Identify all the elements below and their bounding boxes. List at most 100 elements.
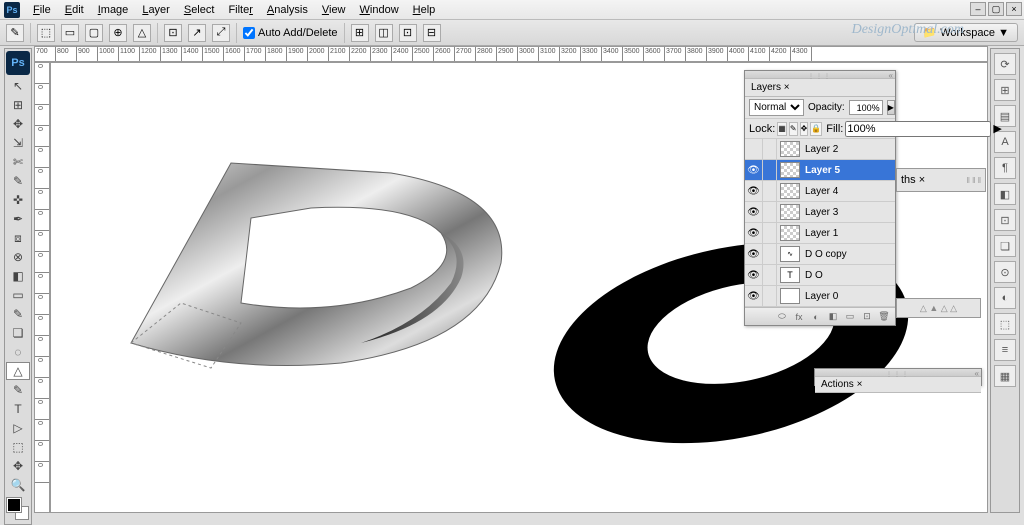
tool-19[interactable]: ⬚: [6, 438, 30, 456]
tool-2[interactable]: ✥: [6, 115, 30, 133]
dock-icon-12[interactable]: ▦: [994, 365, 1016, 387]
menu-help[interactable]: Help: [406, 4, 443, 16]
opacity-input[interactable]: [849, 100, 883, 115]
visibility-toggle[interactable]: 👁: [745, 223, 763, 243]
tool-10[interactable]: ◧: [6, 267, 30, 285]
lock-transparent-icon[interactable]: ▦: [777, 122, 787, 136]
visibility-toggle[interactable]: 👁: [745, 160, 763, 180]
panel-drag-handle[interactable]: ⋮⋮⋮«: [745, 71, 895, 79]
tool-5[interactable]: ✎: [6, 172, 30, 190]
tool-13[interactable]: ❏: [6, 324, 30, 342]
tool-6[interactable]: ✜: [6, 191, 30, 209]
opt-icon-7[interactable]: ↗: [188, 24, 206, 42]
mini-panel-stub[interactable]: △ ▲ △ △: [896, 298, 981, 318]
tool-16[interactable]: ✎: [6, 381, 30, 399]
menu-view[interactable]: View: [315, 4, 353, 16]
tool-1[interactable]: ⊞: [6, 96, 30, 114]
tool-7[interactable]: ✒: [6, 210, 30, 228]
layer-row[interactable]: 👁Layer 1: [745, 223, 895, 244]
visibility-toggle[interactable]: 👁: [745, 202, 763, 222]
layer-row[interactable]: 👁TD O: [745, 265, 895, 286]
menu-layer[interactable]: Layer: [135, 4, 177, 16]
menu-select[interactable]: Select: [177, 4, 222, 16]
opt-icon-9[interactable]: ⊞: [351, 24, 369, 42]
opt-icon-3[interactable]: ▢: [85, 24, 103, 42]
layer-row[interactable]: 👁Layer 0: [745, 286, 895, 307]
paths-panel-stub[interactable]: ths ×‖ ‖ ‖: [896, 168, 986, 192]
dock-icon-9[interactable]: ◐: [994, 287, 1016, 309]
layer-row[interactable]: Layer 2: [745, 139, 895, 160]
opt-icon-8[interactable]: ⤢: [212, 24, 230, 42]
dock-icon-6[interactable]: ⊡: [994, 209, 1016, 231]
layers-footer-icon-1[interactable]: fx: [792, 311, 806, 323]
lock-position-icon[interactable]: ✥: [800, 122, 809, 136]
layers-footer-icon-3[interactable]: ◧: [826, 311, 840, 323]
visibility-toggle[interactable]: 👁: [745, 286, 763, 306]
visibility-toggle[interactable]: 👁: [745, 244, 763, 264]
tool-20[interactable]: ✥: [6, 457, 30, 475]
visibility-toggle[interactable]: 👁: [745, 181, 763, 201]
fill-arrow[interactable]: ▶: [993, 122, 1001, 135]
dock-icon-0[interactable]: ⟳: [994, 53, 1016, 75]
opt-icon-12[interactable]: ⊟: [423, 24, 441, 42]
opt-icon-10[interactable]: ◫: [375, 24, 393, 42]
blend-mode-select[interactable]: Normal: [749, 99, 804, 116]
tool-18[interactable]: ▷: [6, 419, 30, 437]
opt-icon-4[interactable]: ⊕: [109, 24, 127, 42]
minimize-button[interactable]: –: [970, 2, 986, 16]
actions-tab[interactable]: Actions ×: [815, 377, 981, 393]
tool-3[interactable]: ⇲: [6, 134, 30, 152]
layers-tab[interactable]: Layers ×: [745, 79, 895, 97]
tool-9[interactable]: ⊗: [6, 248, 30, 266]
maximize-button[interactable]: ▢: [988, 2, 1004, 16]
dock-icon-1[interactable]: ⊞: [994, 79, 1016, 101]
opt-icon-2[interactable]: ▭: [61, 24, 79, 42]
tool-14[interactable]: ◌: [6, 343, 30, 361]
lock-all-icon[interactable]: 🔒: [810, 122, 822, 136]
panel-collapse-icon[interactable]: «: [889, 71, 893, 80]
visibility-toggle[interactable]: [745, 139, 763, 159]
opt-icon-5[interactable]: △: [133, 24, 151, 42]
tool-11[interactable]: ▭: [6, 286, 30, 304]
layers-footer-icon-0[interactable]: ⬭: [775, 311, 789, 323]
menu-file[interactable]: File: [26, 4, 58, 16]
app-icon[interactable]: Ps: [4, 2, 20, 18]
layer-row[interactable]: 👁Layer 4: [745, 181, 895, 202]
ruler-vertical[interactable]: 00000000000000000000: [34, 62, 50, 513]
tool-15[interactable]: △: [6, 362, 30, 380]
tool-4[interactable]: ✄: [6, 153, 30, 171]
actions-drag-handle[interactable]: ⋮⋮⋮«: [815, 369, 981, 377]
tool-17[interactable]: T: [6, 400, 30, 418]
layer-row[interactable]: 👁Layer 3: [745, 202, 895, 223]
dock-icon-11[interactable]: ≡: [994, 339, 1016, 361]
dock-icon-10[interactable]: ⬚: [994, 313, 1016, 335]
tool-12[interactable]: ✎: [6, 305, 30, 323]
visibility-toggle[interactable]: 👁: [745, 265, 763, 285]
menu-window[interactable]: Window: [353, 4, 406, 16]
actions-collapse-icon[interactable]: «: [975, 369, 979, 378]
dock-icon-8[interactable]: ⊙: [994, 261, 1016, 283]
menu-image[interactable]: Image: [91, 4, 136, 16]
dock-icon-7[interactable]: ❏: [994, 235, 1016, 257]
close-button[interactable]: ×: [1006, 2, 1022, 16]
fill-input[interactable]: [845, 121, 991, 137]
tool-8[interactable]: ⧈: [6, 229, 30, 247]
opt-icon-6[interactable]: ⊡: [164, 24, 182, 42]
layers-footer-icon-2[interactable]: ◐: [809, 311, 823, 323]
tool-preset-icon[interactable]: ✎: [6, 24, 24, 42]
dock-icon-4[interactable]: ¶: [994, 157, 1016, 179]
color-swatches[interactable]: [7, 498, 29, 520]
tool-0[interactable]: ↖: [6, 77, 30, 95]
lock-image-icon[interactable]: ✎: [789, 122, 798, 136]
dock-icon-5[interactable]: ◧: [994, 183, 1016, 205]
opt-icon-11[interactable]: ⊡: [399, 24, 417, 42]
opt-icon-1[interactable]: ⬚: [37, 24, 55, 42]
layers-footer-icon-5[interactable]: ⊡: [860, 311, 874, 323]
layers-footer-icon-6[interactable]: 🗑: [877, 311, 891, 323]
auto-add-delete-checkbox[interactable]: Auto Add/Delete: [243, 27, 338, 39]
menu-analysis[interactable]: Analysis: [260, 4, 315, 16]
menu-filter[interactable]: Filter: [221, 4, 259, 16]
menu-edit[interactable]: Edit: [58, 4, 91, 16]
ruler-horizontal[interactable]: 7008009001000110012001300140015001600170…: [34, 46, 988, 62]
opacity-arrow[interactable]: ▶: [887, 100, 895, 115]
